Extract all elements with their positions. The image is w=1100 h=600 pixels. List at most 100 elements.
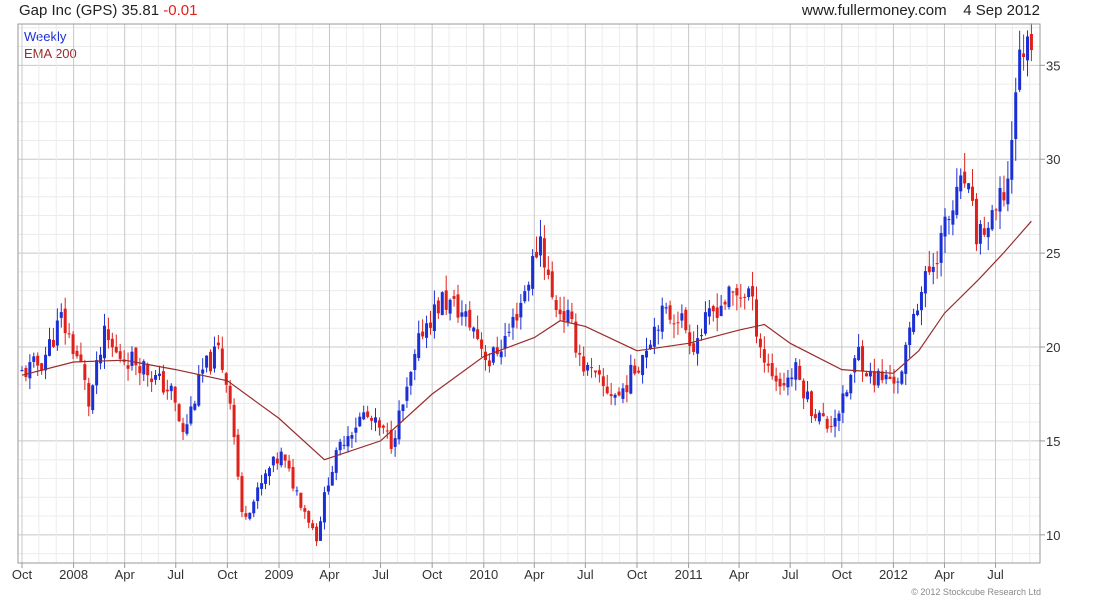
candle xyxy=(480,332,484,358)
candle xyxy=(786,369,790,396)
candle xyxy=(923,265,927,308)
candle xyxy=(735,283,739,311)
candle xyxy=(47,327,51,357)
candle xyxy=(487,353,491,373)
candle xyxy=(142,359,146,381)
candle xyxy=(743,293,747,310)
candle xyxy=(1018,30,1022,93)
candle xyxy=(212,336,216,373)
candle xyxy=(334,447,338,481)
candle xyxy=(511,308,515,340)
candle xyxy=(680,304,684,328)
candle xyxy=(998,176,1002,230)
candle xyxy=(354,417,358,443)
candle xyxy=(578,344,582,367)
candle xyxy=(853,354,857,383)
y-tick-label: 35 xyxy=(1046,58,1060,73)
candle xyxy=(271,456,275,473)
candle xyxy=(645,337,649,369)
candle xyxy=(79,342,83,363)
x-tick-label: Jul xyxy=(782,567,799,582)
candle xyxy=(951,200,955,236)
candle xyxy=(393,430,397,457)
candle xyxy=(59,303,63,328)
candle xyxy=(130,346,134,371)
candle xyxy=(570,302,574,323)
candle xyxy=(766,353,770,373)
candle xyxy=(660,297,664,340)
candle xyxy=(963,152,967,188)
x-tick-label: 2008 xyxy=(59,567,88,582)
x-tick-label: Oct xyxy=(627,567,648,582)
candle xyxy=(857,334,861,362)
candle xyxy=(809,390,813,423)
candle xyxy=(825,415,829,433)
candle xyxy=(692,331,696,356)
candle xyxy=(1006,161,1010,212)
candle xyxy=(205,355,209,373)
x-tick-label: Jul xyxy=(987,567,1004,582)
candle xyxy=(1026,30,1030,77)
candle xyxy=(912,308,916,335)
candle xyxy=(629,354,633,395)
candle xyxy=(700,328,704,341)
candle xyxy=(248,512,252,521)
x-tick-label: Jul xyxy=(577,567,594,582)
candle xyxy=(703,301,707,336)
x-tick-label: Apr xyxy=(115,567,136,582)
candle xyxy=(319,516,323,541)
candle xyxy=(633,358,637,376)
candle xyxy=(299,492,303,511)
candle xyxy=(95,351,99,395)
candle xyxy=(322,486,326,530)
candle xyxy=(558,296,562,321)
candle xyxy=(20,366,24,372)
candle xyxy=(303,504,307,519)
candle xyxy=(165,379,169,400)
x-tick-label: Apr xyxy=(524,567,545,582)
candle xyxy=(63,297,67,345)
x-tick-label: 2009 xyxy=(265,567,294,582)
candle xyxy=(672,314,676,339)
candle xyxy=(240,472,244,518)
candle xyxy=(279,447,283,468)
candle xyxy=(931,253,935,285)
candle xyxy=(201,358,205,383)
candle xyxy=(346,426,350,453)
x-tick-label: Oct xyxy=(832,567,853,582)
candle xyxy=(727,285,731,310)
candle xyxy=(723,299,727,310)
candle xyxy=(483,345,487,371)
x-tick-label: Apr xyxy=(934,567,955,582)
candle xyxy=(597,364,601,383)
candle xyxy=(971,169,975,206)
candle xyxy=(452,289,456,307)
candle xyxy=(637,366,641,374)
candle xyxy=(315,523,319,547)
candle xyxy=(460,300,464,326)
candle xyxy=(751,271,755,311)
x-tick-label: 2012 xyxy=(879,567,908,582)
candle xyxy=(1002,175,1006,207)
candle xyxy=(845,389,849,398)
candle xyxy=(696,324,700,366)
x-tick-label: Oct xyxy=(422,567,443,582)
candle xyxy=(370,415,374,430)
candle xyxy=(472,326,476,339)
x-tick-label: Apr xyxy=(319,567,340,582)
candle xyxy=(440,291,444,316)
candle xyxy=(519,294,523,330)
candle xyxy=(436,297,440,319)
candle xyxy=(562,296,566,333)
candle xyxy=(774,367,778,392)
y-tick-label: 25 xyxy=(1046,246,1060,261)
candle xyxy=(782,372,786,391)
candle xyxy=(275,452,279,470)
y-tick-label: 10 xyxy=(1046,528,1060,543)
candle xyxy=(916,303,920,317)
candle xyxy=(311,519,315,531)
candle xyxy=(758,333,762,359)
candle xyxy=(177,402,181,422)
candle xyxy=(307,510,311,529)
candle xyxy=(409,370,413,395)
